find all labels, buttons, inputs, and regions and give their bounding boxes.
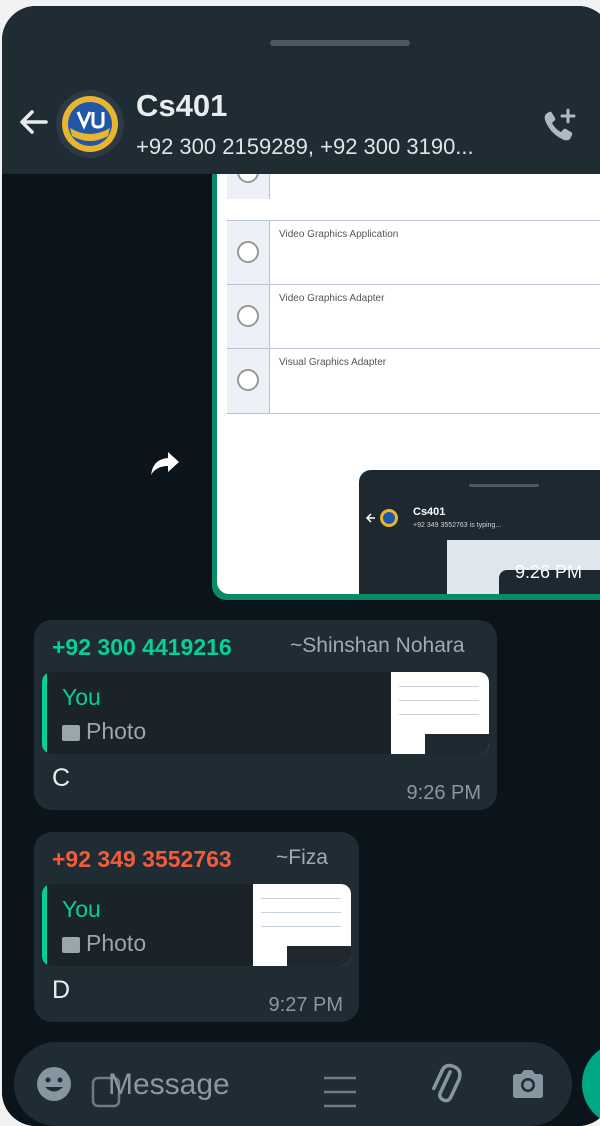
radio-button — [237, 241, 259, 263]
option-row: Video Graphics Adapter — [227, 284, 600, 349]
option-text: Video Graphics Application — [279, 229, 399, 240]
image-content: Video Graphics Application Video Graphic… — [217, 174, 600, 594]
chat-header: Cs401 +92 300 2159289, +92 300 3190... — [2, 6, 600, 174]
image-message[interactable]: Video Graphics Application Video Graphic… — [212, 174, 600, 600]
quoted-message[interactable]: You Photo — [42, 884, 351, 966]
option-row — [227, 174, 600, 199]
message-bubble[interactable]: +92 349 3552763 ~Fiza You Photo D 9:27 P… — [34, 832, 359, 1022]
photo-icon — [62, 724, 80, 741]
sender-phone[interactable]: +92 300 4419216 — [52, 634, 232, 661]
image-time: 9:26 PM — [515, 562, 583, 582]
option-row: Video Graphics Application — [227, 220, 600, 285]
phone-screen: Cs401 +92 300 2159289, +92 300 3190... V… — [2, 6, 600, 1126]
drag-handle[interactable] — [270, 40, 410, 46]
chat-title[interactable]: Cs401 — [136, 88, 227, 124]
message-composer — [14, 1042, 572, 1126]
mini-title: Cs401 — [413, 506, 446, 518]
sender-pushname: ~Fiza — [276, 846, 328, 869]
quote-thumbnail — [391, 672, 489, 754]
camera-icon[interactable] — [508, 1064, 548, 1104]
option-row: Visual Graphics Adapter — [227, 348, 600, 414]
quote-thumbnail — [253, 884, 351, 966]
message-input[interactable] — [106, 1062, 330, 1108]
add-call-icon[interactable] — [538, 106, 580, 148]
back-arrow-icon[interactable] — [16, 104, 52, 140]
menu-lines-icon[interactable] — [322, 1070, 358, 1114]
radio-button — [237, 305, 259, 327]
photo-icon — [62, 936, 80, 953]
message-bubble[interactable]: +92 300 4419216 ~Shinshan Nohara You Pho… — [34, 620, 497, 810]
quote-author: You — [62, 684, 101, 710]
quote-type: Photo — [86, 930, 147, 956]
radio-button — [237, 174, 259, 183]
message-time: 9:26 PM — [406, 782, 481, 804]
sender-pushname: ~Shinshan Nohara — [290, 634, 465, 657]
quoted-message[interactable]: You Photo — [42, 672, 489, 754]
mini-back-avatar-icon — [365, 509, 398, 527]
forward-icon[interactable] — [148, 446, 182, 480]
quote-author: You — [62, 896, 101, 922]
message-time: 9:27 PM — [268, 994, 343, 1016]
mini-subtitle: +92 349 3552763 is typing... — [413, 522, 502, 529]
message-text: C — [52, 764, 71, 792]
quote-type: Photo — [86, 718, 147, 744]
emoji-icon[interactable] — [34, 1064, 74, 1104]
radio-button — [237, 369, 259, 391]
group-avatar[interactable] — [56, 90, 124, 158]
option-text: Video Graphics Adapter — [279, 293, 385, 304]
sender-phone[interactable]: +92 349 3552763 — [52, 846, 232, 873]
message-text: D — [52, 976, 71, 1004]
paperclip-icon[interactable] — [424, 1062, 468, 1106]
participants-list[interactable]: +92 300 2159289, +92 300 3190... — [136, 134, 474, 160]
option-text: Visual Graphics Adapter — [279, 357, 387, 368]
